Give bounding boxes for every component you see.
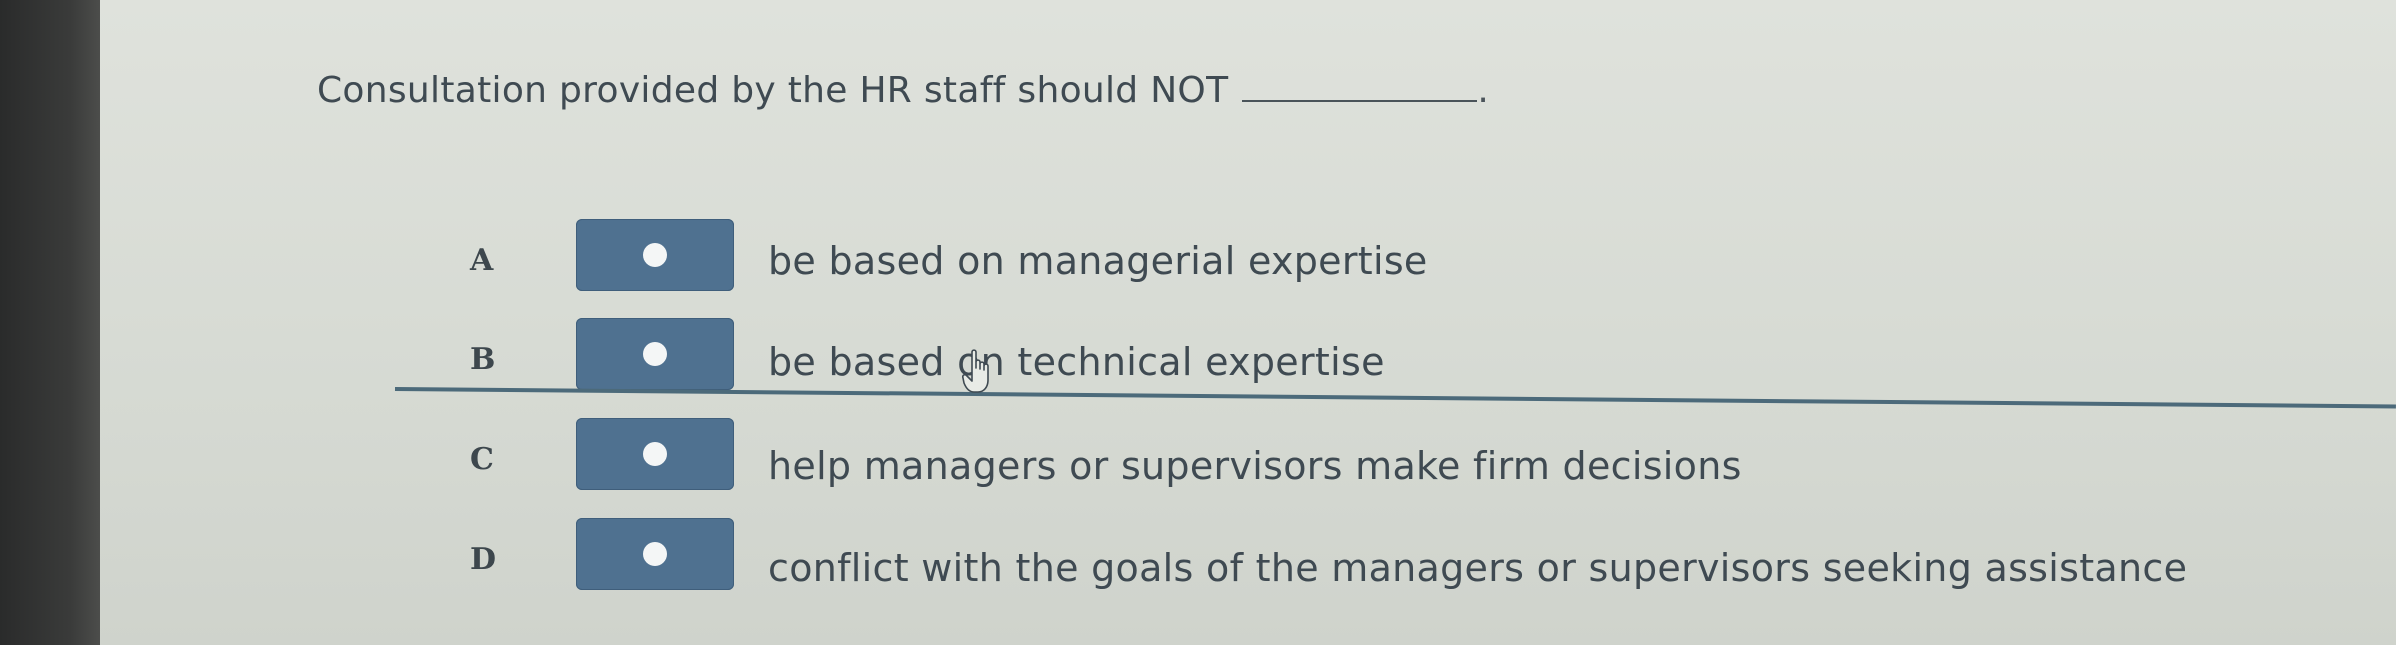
option-label[interactable]: help managers or supervisors make firm d… <box>768 444 1742 488</box>
option-a[interactable]: A be based on managerial expertise <box>0 219 2396 309</box>
radio-dot-icon <box>643 342 667 366</box>
option-letter: B <box>470 342 496 377</box>
question-period: . <box>1477 70 1490 111</box>
option-c[interactable]: C help managers or supervisors make firm… <box>0 418 2396 508</box>
option-label[interactable]: conflict with the goals of the managers … <box>768 546 2187 590</box>
option-d[interactable]: D conflict with the goals of the manager… <box>0 518 2396 608</box>
option-radio-button[interactable] <box>576 219 734 291</box>
option-letter: D <box>470 542 497 577</box>
option-radio-button[interactable] <box>576 318 734 390</box>
hand-pointer-icon <box>962 349 989 393</box>
option-radio-button[interactable] <box>576 418 734 490</box>
question-text: Consultation provided by the HR staff sh… <box>317 70 1229 111</box>
radio-dot-icon <box>643 442 667 466</box>
question-prompt: Consultation provided by the HR staff sh… <box>317 70 1489 111</box>
radio-dot-icon <box>643 243 667 267</box>
option-letter: A <box>470 243 494 278</box>
option-radio-button[interactable] <box>576 518 734 590</box>
option-letter: C <box>470 442 494 477</box>
radio-dot-icon <box>643 542 667 566</box>
option-label[interactable]: be based on technical expertise <box>768 340 1385 384</box>
option-label[interactable]: be based on managerial expertise <box>768 239 1428 283</box>
answer-blank <box>1242 70 1478 102</box>
